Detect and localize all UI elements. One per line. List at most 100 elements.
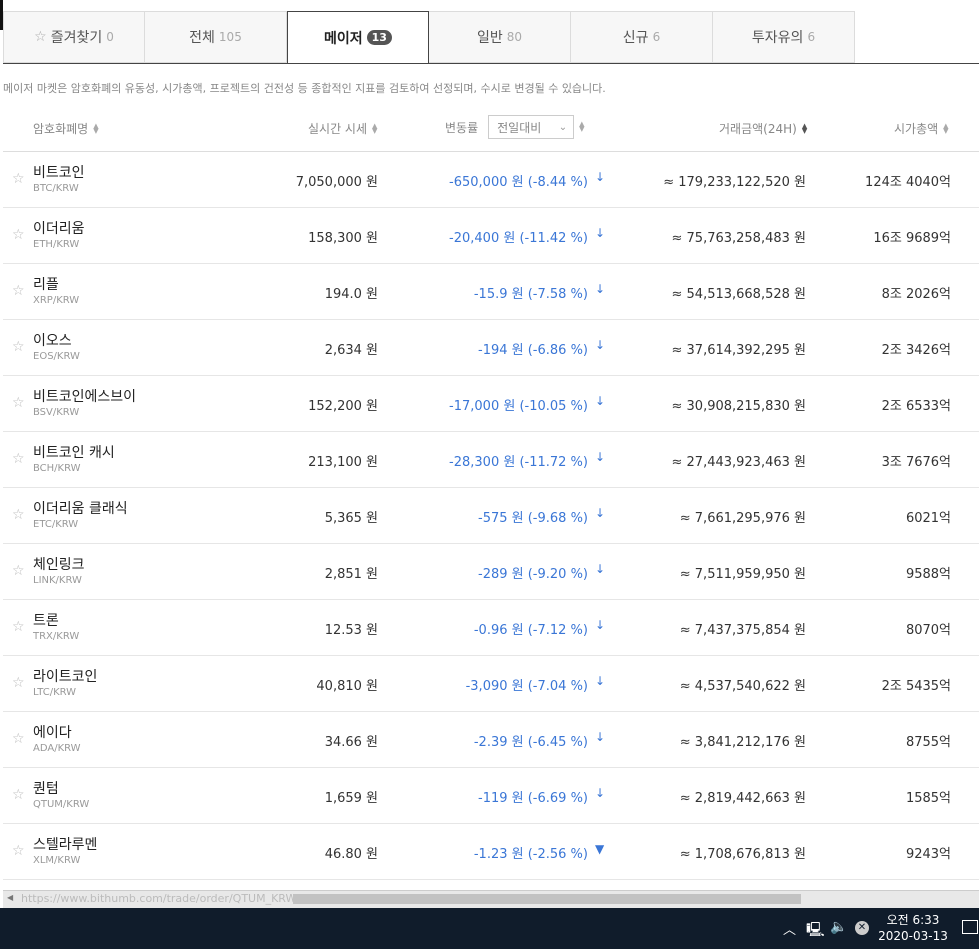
coin-mcap: 2조 5435억 [881, 679, 951, 694]
clock[interactable]: 오전 6:33 2020-03-13 [873, 912, 953, 944]
col-mcap-label: 시가총액 [894, 122, 939, 136]
coin-volume: ≈ 27,443,923,463 원 [671, 455, 807, 470]
horizontal-scrollbar[interactable]: ◀ https://www.bithumb.com/trade/order/QT… [3, 890, 979, 908]
coin-price: 40,810 원 [316, 679, 378, 694]
tab-general[interactable]: 일반 80 [429, 11, 571, 63]
coin-symbol: EOS/KRW [33, 351, 80, 362]
sort-icon: ▲ ▼ [372, 121, 378, 135]
coin-symbol: XRP/KRW [33, 295, 80, 306]
col-volume-header[interactable]: 거래금액(24H) ▲ ▼ [719, 120, 807, 137]
star-icon[interactable]: ☆ [12, 843, 25, 859]
arrow-down-icon: ↓ [595, 618, 606, 632]
coin-volume: ≈ 37,614,392,295 원 [671, 343, 807, 358]
coin-mcap: 8조 2026억 [881, 287, 951, 302]
coin-change: -650,000 원 (-8.44 %) [449, 175, 588, 190]
coin-name[interactable]: 이더리움 [33, 218, 85, 238]
table-row[interactable]: ☆ 라이트코인 LTC/KRW 40,810 원 -3,090 원 (-7.04 %) ↓… [3, 656, 979, 712]
scroll-left-icon[interactable]: ◀ [7, 893, 13, 902]
table-row[interactable]: ☆ 스텔라루멘 XLM/KRW 46.80 원 -1.23 원 (-2.56 %) ▼ ≈ … [3, 824, 979, 880]
coin-change: -0.96 원 (-7.12 %) [473, 623, 588, 638]
tab-label: 투자유의 [751, 30, 804, 46]
col-name-header[interactable]: 암호화폐명 ▲ ▼ [33, 120, 99, 137]
star-icon[interactable]: ☆ [12, 451, 25, 467]
coin-name[interactable]: 체인링크 [33, 554, 85, 574]
coin-name[interactable]: 비트코인 캐시 [33, 442, 115, 462]
star-icon[interactable]: ☆ [12, 507, 25, 523]
star-icon[interactable]: ☆ [12, 171, 25, 187]
coin-name[interactable]: 이오스 [33, 330, 72, 350]
arrow-down-icon: ↓ [595, 226, 606, 240]
coin-name[interactable]: 에이다 [33, 722, 72, 742]
coin-name[interactable]: 비트코인에스브이 [33, 386, 136, 406]
coin-volume: ≈ 75,763,258,483 원 [671, 231, 807, 246]
close-circle-icon[interactable]: ✕ [855, 921, 869, 935]
coin-volume: ≈ 7,437,375,854 원 [679, 623, 806, 638]
arrow-down-icon: ↓ [595, 282, 606, 296]
market-notice: 메이저 마켓은 암호화폐의 유동성, 시가총액, 프로젝트의 건전성 등 종합적… [3, 82, 606, 95]
volume-icon[interactable]: 🔈 [830, 919, 847, 935]
tab-count-badge: 13 [366, 30, 392, 45]
coin-symbol: BSV/KRW [33, 407, 80, 418]
col-price-header[interactable]: 실시간 시세 ▲ ▼ [308, 120, 377, 137]
coin-symbol: LTC/KRW [33, 687, 77, 698]
table-row[interactable]: ☆ 트론 TRX/KRW 12.53 원 -0.96 원 (-7.12 %) ↓ ≈ 7,4… [3, 600, 979, 656]
table-row[interactable]: ☆ 비트코인에스브이 BSV/KRW 152,200 원 -17,000 원 (-10.… [3, 376, 979, 432]
table-row[interactable]: ☆ 리플 XRP/KRW 194.0 원 -15.9 원 (-7.58 %) ↓ ≈ 54,… [3, 264, 979, 320]
coin-name[interactable]: 트론 [33, 610, 59, 630]
coin-name[interactable]: 비트코인 [33, 162, 85, 182]
star-icon[interactable]: ☆ [12, 563, 25, 579]
coin-symbol: ADA/KRW [33, 743, 81, 754]
tab-new[interactable]: 신규 6 [571, 11, 713, 63]
star-icon[interactable]: ☆ [12, 619, 25, 635]
col-mcap-header[interactable]: 시가총액 ▲ ▼ [894, 120, 949, 137]
star-icon[interactable]: ☆ [12, 787, 25, 803]
tab-major[interactable]: 메이저 13 [287, 11, 429, 64]
coin-volume: ≈ 179,233,122,520 원 [663, 175, 806, 190]
tab-count: 6 [652, 30, 661, 44]
chevron-up-icon[interactable]: ︿ [783, 919, 796, 938]
coin-name[interactable]: 리플 [33, 274, 59, 294]
tab-caution[interactable]: 투자유의 6 [713, 11, 855, 63]
table-row[interactable]: ☆ 이더리움 ETH/KRW 158,300 원 -20,400 원 (-11.42 %… [3, 208, 979, 264]
network-icon[interactable]: 🖳 [806, 919, 825, 943]
table-row[interactable]: ☆ 이더리움 클래식 ETC/KRW 5,365 원 -575 원 (-9.68 %) ↓… [3, 488, 979, 544]
coin-table: ☆ 비트코인 BTC/KRW 7,050,000 원 -650,000 원 (-8.44… [3, 152, 979, 880]
change-basis-select[interactable]: 전일대비 ⌄ [488, 115, 575, 139]
coin-name[interactable]: 퀀텀 [33, 778, 59, 798]
coin-change: -575 원 (-9.68 %) [478, 511, 588, 526]
coin-price: 1,659 원 [324, 791, 378, 806]
arrow-down-icon: ↓ [595, 562, 606, 576]
coin-mcap: 8755억 [905, 735, 951, 750]
scrollbar-thumb[interactable] [293, 894, 801, 904]
sort-icon[interactable]: ▲ ▼ [579, 121, 584, 133]
coin-name[interactable]: 스텔라루멘 [33, 834, 97, 854]
star-icon[interactable]: ☆ [12, 339, 25, 355]
table-row[interactable]: ☆ 비트코인 BTC/KRW 7,050,000 원 -650,000 원 (-8.44… [3, 152, 979, 208]
table-row[interactable]: ☆ 이오스 EOS/KRW 2,634 원 -194 원 (-6.86 %) ↓ ≈ 37,… [3, 320, 979, 376]
star-icon[interactable]: ☆ [12, 283, 25, 299]
coin-change: -289 원 (-9.20 %) [478, 567, 588, 582]
star-icon[interactable]: ☆ [12, 227, 25, 243]
coin-name[interactable]: 이더리움 클래식 [33, 498, 128, 518]
sort-icon: ▲ ▼ [943, 121, 949, 135]
star-icon[interactable]: ☆ [12, 395, 25, 411]
table-row[interactable]: ☆ 에이다 ADA/KRW 34.66 원 -2.39 원 (-6.45 %) ↓ ≈ 3,… [3, 712, 979, 768]
coin-price: 2,634 원 [324, 343, 378, 358]
table-row[interactable]: ☆ 체인링크 LINK/KRW 2,851 원 -289 원 (-9.20 %) ↓ ≈ 7… [3, 544, 979, 600]
coin-symbol: ETC/KRW [33, 519, 79, 530]
tab-label: 전체 [189, 30, 215, 46]
coin-name[interactable]: 라이트코인 [33, 666, 97, 686]
tab-favorites[interactable]: ☆ 즐겨찾기 0 [3, 11, 145, 63]
sort-desc-icon: ▲ ▼ [801, 121, 808, 135]
table-row[interactable]: ☆ 비트코인 캐시 BCH/KRW 213,100 원 -28,300 원 (-11.7… [3, 432, 979, 488]
coin-change: -1.23 원 (-2.56 %) [473, 847, 588, 862]
arrow-down-icon: ↓ [595, 394, 606, 408]
star-icon[interactable]: ☆ [12, 731, 25, 747]
star-icon[interactable]: ☆ [12, 675, 25, 691]
coin-volume: ≈ 4,537,540,622 원 [679, 679, 806, 694]
notification-icon[interactable] [962, 920, 978, 934]
coin-change: -194 원 (-6.86 %) [478, 343, 588, 358]
tab-all[interactable]: 전체 105 [145, 11, 287, 63]
table-row[interactable]: ☆ 퀀텀 QTUM/KRW 1,659 원 -119 원 (-6.69 %) ↓ ≈ 2,8… [3, 768, 979, 824]
coin-change: -15.9 원 (-7.58 %) [473, 287, 588, 302]
